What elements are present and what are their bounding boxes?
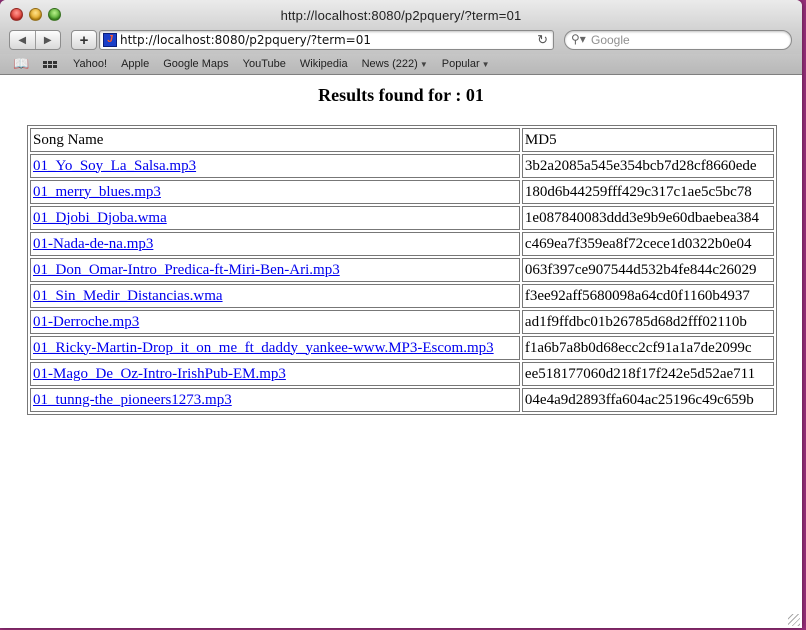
forward-button[interactable]: ▶ [34, 31, 61, 49]
toolbar: ◀ ▶ + J http://localhost:8080/p2pquery/?… [0, 30, 802, 54]
md5-cell: 1e087840083ddd3e9b9e60dbaebea384 [521, 206, 774, 230]
song-link[interactable]: 01_Don_Omar-Intro_Predica-ft-Miri-Ben-Ar… [33, 262, 340, 278]
song-link[interactable]: 01_Yo_Soy_La_Salsa.mp3 [33, 158, 196, 174]
table-row: 01-Nada-de-na.mp3 c469ea7f359ea8f72cece1… [30, 232, 774, 256]
reading-list-book-icon[interactable]: 📖 [13, 56, 29, 72]
song-link[interactable]: 01_merry_blues.mp3 [33, 184, 161, 200]
top-sites-grid-icon[interactable] [43, 60, 59, 68]
dropdown-arrow-icon: ▼ [419, 60, 428, 69]
results-table: Song Name MD5 01_Yo_Soy_La_Salsa.mp3 3b2… [27, 125, 777, 415]
song-link[interactable]: 01_tunng-the_pioneers1273.mp3 [33, 392, 232, 408]
song-name-cell: 01_tunng-the_pioneers1273.mp3 [30, 388, 520, 412]
page-heading: Results found for : 01 [318, 85, 484, 105]
bookmark-apple[interactable]: Apple [121, 58, 149, 70]
add-bookmark-button[interactable]: + [71, 30, 97, 50]
md5-cell: 04e4a9d2893ffa604ac25196c49c659b [521, 388, 774, 412]
md5-cell: 063f397ce907544d532b4fe844c26029 [521, 258, 774, 282]
site-favicon-icon: J [103, 33, 117, 47]
table-row: 01-Derroche.mp3 ad1f9ffdbc01b26785d68d2f… [30, 310, 774, 334]
song-name-cell: 01_Sin_Medir_Distancias.wma [30, 284, 520, 308]
plus-icon: + [79, 31, 89, 49]
bookmarks-bar: 📖 Yahoo! Apple Google Maps YouTube Wikip… [0, 54, 802, 75]
table-row: 01_Yo_Soy_La_Salsa.mp3 3b2a2085a545e354b… [30, 154, 774, 178]
bookmark-wikipedia[interactable]: Wikipedia [300, 58, 348, 70]
column-header-song-name: Song Name [30, 128, 520, 152]
song-name-cell: 01-Derroche.mp3 [30, 310, 520, 334]
md5-cell: f1a6b7a8b0d68ecc2cf91a1a7de2099c [521, 336, 774, 360]
resize-grip-icon[interactable] [788, 614, 800, 626]
address-text[interactable]: http://localhost:8080/p2pquery/?term=01 [120, 33, 371, 47]
nav-buttons: ◀ ▶ [9, 30, 61, 50]
song-link[interactable]: 01-Derroche.mp3 [33, 314, 139, 330]
song-link[interactable]: 01-Nada-de-na.mp3 [33, 236, 153, 252]
table-row: 01_Don_Omar-Intro_Predica-ft-Miri-Ben-Ar… [30, 258, 774, 282]
bookmark-popular-menu[interactable]: Popular ▼ [442, 58, 490, 70]
song-name-cell: 01-Mago_De_Oz-Intro-IrishPub-EM.mp3 [30, 362, 520, 386]
song-name-cell: 01_Yo_Soy_La_Salsa.mp3 [30, 154, 520, 178]
song-link[interactable]: 01_Ricky-Martin-Drop_it_on_me_ft_daddy_y… [33, 340, 494, 356]
search-icon: ⚲▾ [571, 32, 586, 46]
browser-window: http://localhost:8080/p2pquery/?term=01 … [0, 0, 802, 628]
dropdown-arrow-icon: ▼ [481, 60, 490, 69]
md5-cell: 180d6b44259fff429c317c1ae5c5bc78 [521, 180, 774, 204]
song-name-cell: 01_merry_blues.mp3 [30, 180, 520, 204]
md5-cell: 3b2a2085a545e354bcb7d28cf8660ede [521, 154, 774, 178]
song-name-cell: 01-Nada-de-na.mp3 [30, 232, 520, 256]
bookmark-news-menu[interactable]: News (222) ▼ [362, 58, 428, 70]
reload-button[interactable]: ↻ [537, 32, 548, 48]
table-row: 01_Ricky-Martin-Drop_it_on_me_ft_daddy_y… [30, 336, 774, 360]
table-row: 01_tunng-the_pioneers1273.mp3 04e4a9d289… [30, 388, 774, 412]
table-row: 01_Sin_Medir_Distancias.wma f3ee92aff568… [30, 284, 774, 308]
table-header-row: Song Name MD5 [30, 128, 774, 152]
title-bar: http://localhost:8080/p2pquery/?term=01 [0, 0, 802, 30]
md5-cell: ee518177060d218f17f242e5d52ae711 [521, 362, 774, 386]
back-arrow-icon: ◀ [18, 34, 27, 46]
song-link[interactable]: 01-Mago_De_Oz-Intro-IrishPub-EM.mp3 [33, 366, 286, 382]
bookmark-youtube[interactable]: YouTube [243, 58, 286, 70]
window-title: http://localhost:8080/p2pquery/?term=01 [280, 8, 522, 23]
back-button[interactable]: ◀ [10, 31, 35, 49]
column-header-md5: MD5 [521, 128, 774, 152]
md5-cell: ad1f9ffdbc01b26785d68d2fff02110b [521, 310, 774, 334]
song-link[interactable]: 01_Djobi_Djoba.wma [33, 210, 167, 226]
table-row: 01_Djobi_Djoba.wma 1e087840083ddd3e9b9e6… [30, 206, 774, 230]
song-link[interactable]: 01_Sin_Medir_Distancias.wma [33, 288, 223, 304]
md5-cell: c469ea7f359ea8f72cece1d0322b0e04 [521, 232, 774, 256]
address-bar[interactable]: J http://localhost:8080/p2pquery/?term=0… [99, 30, 554, 50]
song-name-cell: 01_Ricky-Martin-Drop_it_on_me_ft_daddy_y… [30, 336, 520, 360]
search-input[interactable] [591, 33, 781, 47]
table-row: 01_merry_blues.mp3 180d6b44259fff429c317… [30, 180, 774, 204]
table-row: 01-Mago_De_Oz-Intro-IrishPub-EM.mp3 ee51… [30, 362, 774, 386]
search-field[interactable]: ⚲▾ [564, 30, 792, 50]
bookmark-yahoo[interactable]: Yahoo! [73, 58, 107, 70]
page-content: Results found for : 01 Song Name MD5 01_… [0, 75, 802, 628]
forward-arrow-icon: ▶ [43, 34, 52, 46]
song-name-cell: 01_Djobi_Djoba.wma [30, 206, 520, 230]
md5-cell: f3ee92aff5680098a64cd0f1160b4937 [521, 284, 774, 308]
song-name-cell: 01_Don_Omar-Intro_Predica-ft-Miri-Ben-Ar… [30, 258, 520, 282]
bookmark-google-maps[interactable]: Google Maps [163, 58, 228, 70]
